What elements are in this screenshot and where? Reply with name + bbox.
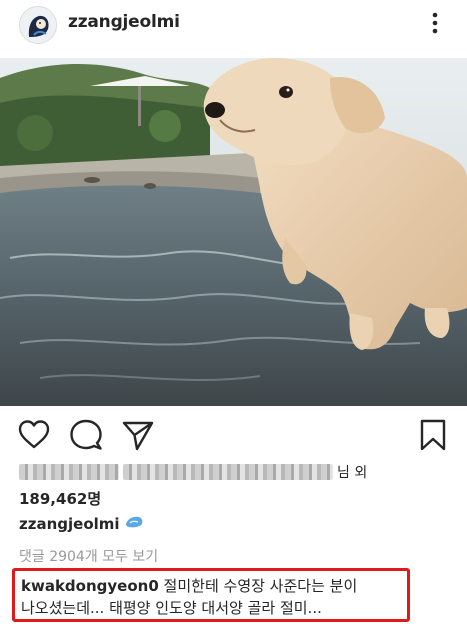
redacted-liker-name (19, 464, 119, 480)
post-actions-bar (0, 418, 467, 454)
comment-text-line-2: 나오셨는데... 태평양 인도양 대서양 골라 절미... (21, 599, 322, 617)
likes-count[interactable]: 189,462명 (19, 488, 101, 509)
more-options-icon[interactable] (425, 10, 445, 36)
view-all-comments-link[interactable]: 댓글 2904개 모두 보기 (19, 546, 158, 566)
highlighted-comment: kwakdongyeon0 절미한테 수영장 사준다는 분이 나오셨는데... … (12, 568, 410, 622)
post-author-username[interactable]: zzangjeolmi (68, 12, 180, 32)
comment-text-line-1: 절미한테 수영장 사준다는 분이 (163, 577, 358, 595)
caption-username[interactable]: zzangjeolmi (19, 515, 120, 533)
comment-line-1: kwakdongyeon0 절미한테 수영장 사준다는 분이 (21, 575, 401, 597)
comment-username[interactable]: kwakdongyeon0 (21, 577, 159, 595)
likers-suffix: 님 외 (337, 465, 368, 481)
redacted-liker-name (123, 464, 333, 480)
avatar[interactable] (19, 6, 57, 44)
heart-icon[interactable] (17, 418, 51, 452)
post-caption: zzangjeolmi (19, 515, 144, 533)
post-photo[interactable] (0, 58, 467, 406)
avatar-image (20, 7, 56, 43)
water-drop-emoji-icon (124, 515, 144, 533)
bookmark-icon[interactable] (416, 418, 450, 452)
likers-line[interactable]: 님 외 (19, 462, 367, 482)
send-icon[interactable] (121, 418, 155, 452)
comment-icon[interactable] (69, 418, 103, 452)
post-header: zzangjeolmi (0, 0, 467, 52)
